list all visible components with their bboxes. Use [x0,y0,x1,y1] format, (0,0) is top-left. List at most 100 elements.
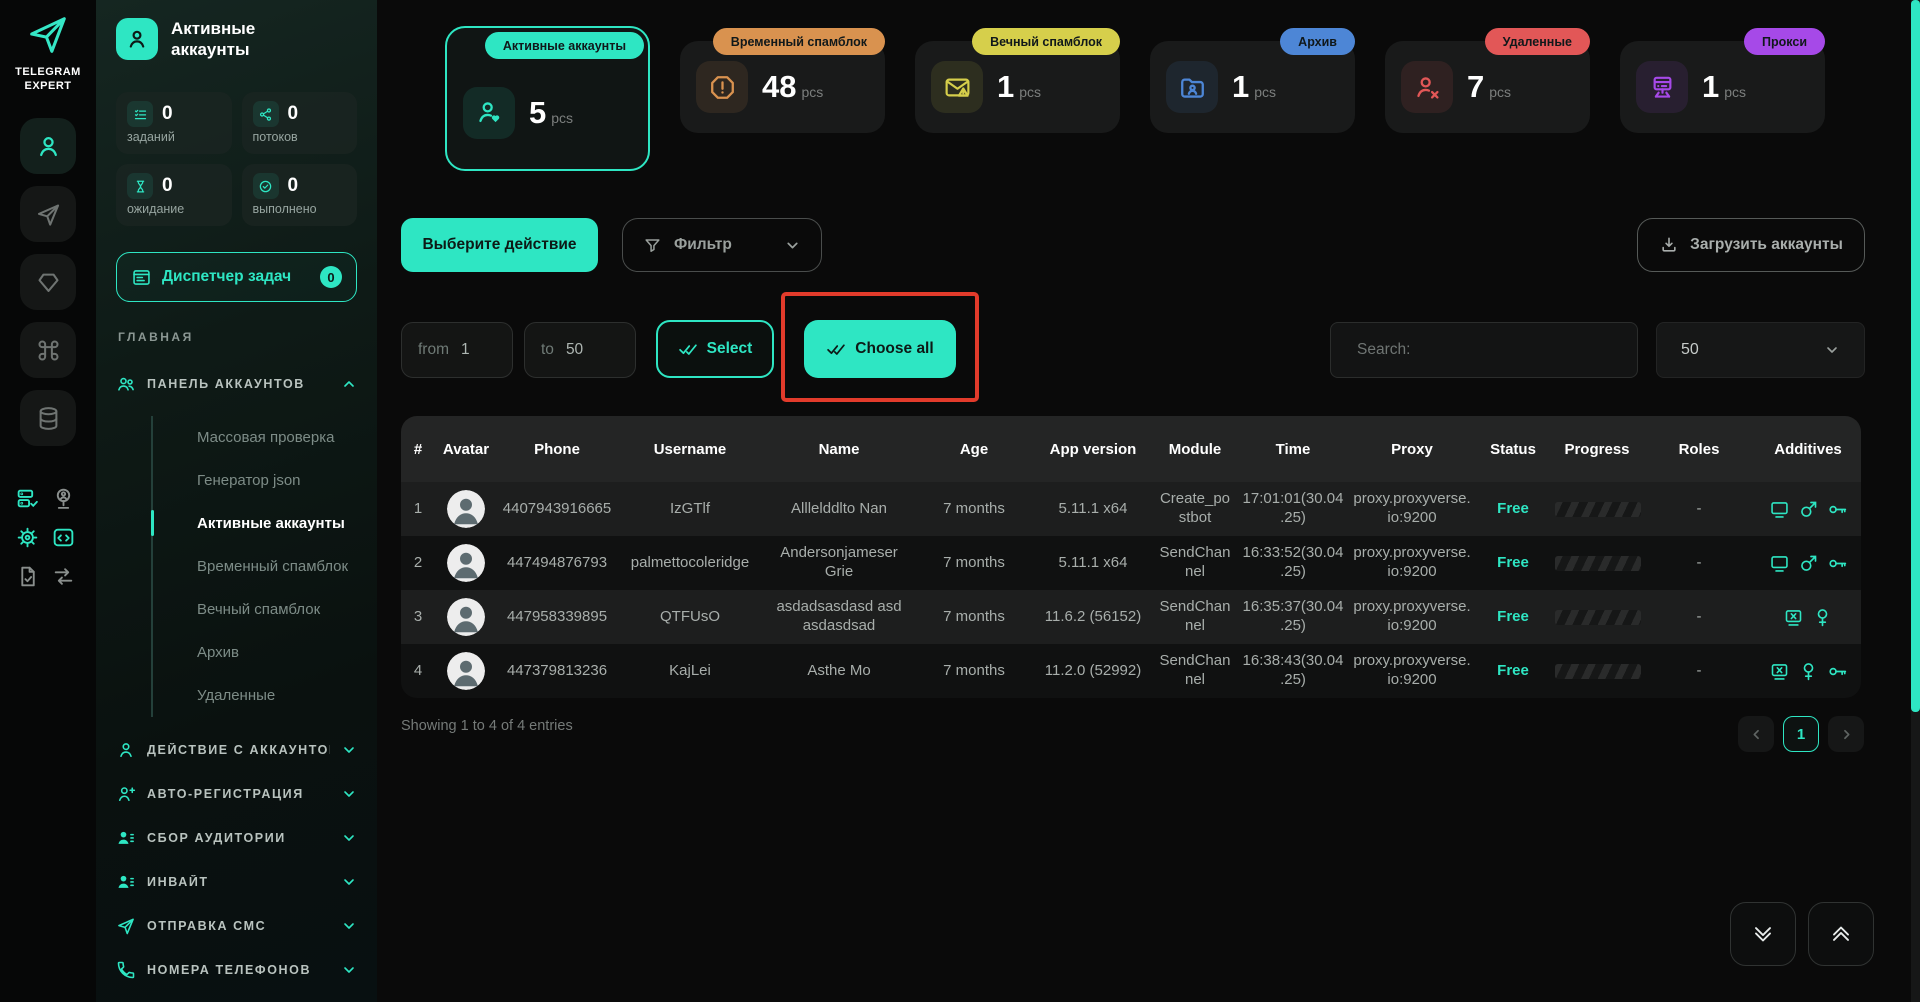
pagination-prev-button[interactable] [1738,716,1774,752]
tasks-icon [133,107,148,122]
mail-warning-icon [931,61,983,113]
summary-card[interactable]: Активные аккаунты5pcs [445,26,650,171]
nav-group-audience-collect[interactable]: СБОР АУДИТОРИИ [96,826,377,850]
server-check-icon[interactable] [15,486,40,511]
nav-group-invite[interactable]: ИНВАЙТ [96,870,377,894]
page-size-select[interactable]: 50 [1656,322,1865,378]
submenu-item[interactable]: Архив [197,631,348,674]
summary-card-count: 1pcs [997,69,1041,105]
cell-app-version: 11.2.0 (52992) [1033,644,1153,698]
upload-accounts-button[interactable]: Загрузить аккаунты [1637,218,1865,272]
archive-folder-icon [1166,61,1218,113]
search-input[interactable] [1330,322,1638,378]
submenu-item[interactable]: Массовая проверка [197,416,348,459]
command-icon [35,337,62,364]
choose-action-button[interactable]: Выберите действие [401,218,598,272]
summary-card[interactable]: Архив1pcs [1150,41,1355,133]
cell-username: palmettocoleridge [617,536,763,590]
range-from-input[interactable]: from 1 [401,322,513,378]
choose-all-button[interactable]: Choose all [804,320,956,378]
column-header[interactable]: Time [1237,416,1349,482]
hourglass-icon [133,179,148,194]
scrollbar-thumb[interactable] [1911,0,1920,712]
table-row[interactable]: 3447958339895QTFUsOasdadsasdasd asd asda… [401,590,1861,644]
person-icon [35,133,62,160]
column-header[interactable]: Roles [1643,416,1755,482]
column-header[interactable]: Age [915,416,1033,482]
nav-group-phone-numbers[interactable]: НОМЕРА ТЕЛЕФОНОВ [96,958,377,982]
accounts-submenu: Массовая проверкаГенератор jsonАктивные … [151,416,348,717]
rail-gem-button[interactable] [20,254,76,310]
nav-group-account-action[interactable]: ДЕЙСТВИЕ С АККАУНТОМ [96,738,377,762]
submenu-item[interactable]: Временный спамблок [197,545,348,588]
rail-accounts-button[interactable] [20,118,76,174]
chevron-right-icon [1839,727,1854,742]
people-group-icon [116,374,136,394]
paper-plane-icon [116,916,136,936]
summary-card[interactable]: Прокси1pcs [1620,41,1825,133]
nav-group-send-sms[interactable]: ОТПРАВКА СМС [96,914,377,938]
table-row[interactable]: 14407943916665IzGTlfAlllelddlto Nan7 mon… [401,482,1861,536]
column-header[interactable]: Progress [1551,416,1643,482]
cell-avatar [435,482,497,536]
streams-icon [258,107,273,122]
document-check-icon[interactable] [15,564,40,589]
column-header[interactable]: Avatar [435,416,497,482]
column-header[interactable]: Phone [497,416,617,482]
table-body: 14407943916665IzGTlfAlllelddlto Nan7 mon… [401,482,1861,698]
filter-label: Фильтр [674,236,772,254]
summary-card[interactable]: Временный спамблок48pcs [680,41,885,133]
task-manager-button[interactable]: Диспетчер задач 0 [116,252,357,302]
rail-send-button[interactable] [20,186,76,242]
cell-status: Free [1475,536,1551,590]
column-header[interactable]: Name [763,416,915,482]
nav-group-accounts-panel[interactable]: ПАНЕЛЬ АККАУНТОВ [96,372,377,396]
rail-buttons [20,118,76,446]
pagination-page-1[interactable]: 1 [1783,716,1819,752]
column-header[interactable]: Module [1153,416,1237,482]
cell-roles: - [1643,482,1755,536]
scroll-to-bottom-button[interactable] [1730,902,1796,966]
column-header[interactable]: Username [617,416,763,482]
filter-button[interactable]: Фильтр [622,218,822,272]
column-header[interactable]: # [401,416,435,482]
stat-label: ожидание [127,202,221,216]
key-icon [1827,661,1848,682]
page-scrollbar[interactable] [1911,0,1920,1002]
select-button[interactable]: Select [656,320,774,378]
code-window-icon[interactable] [51,525,76,550]
upload-accounts-label: Загрузить аккаунты [1690,236,1843,254]
gear-settings-icon[interactable] [15,525,40,550]
submenu-item[interactable]: Активные аккаунты [197,502,348,545]
cell-phone: 447379813236 [497,644,617,698]
table-row[interactable]: 4447379813236KajLeiAsthe Mo7 months11.2.… [401,644,1861,698]
column-header[interactable]: Proxy [1349,416,1475,482]
summary-card-count: 5pcs [529,95,573,131]
cell-username: QTFUsO [617,590,763,644]
submenu-item[interactable]: Удаленные [197,674,348,717]
summary-card-value: 7 [1467,69,1484,104]
account-webcam-icon[interactable] [51,486,76,511]
column-header[interactable]: Status [1475,416,1551,482]
column-header[interactable]: App version [1033,416,1153,482]
pagination-next-button[interactable] [1828,716,1864,752]
submenu-item[interactable]: Генератор json [197,459,348,502]
check-double-icon [678,339,698,359]
summary-card[interactable]: Вечный спамблок1pcs [915,41,1120,133]
range-to-input[interactable]: to 50 [524,322,636,378]
summary-card[interactable]: Удаленные7pcs [1385,41,1590,133]
column-header[interactable]: Additives [1755,416,1861,482]
rail-command-button[interactable] [20,322,76,378]
table-row[interactable]: 2447494876793palmettocoleridgeAndersonja… [401,536,1861,590]
brand-logo: TELEGRAM EXPERT [0,12,96,93]
cell-proxy: proxy.proxyverse.io:9200 [1349,590,1475,644]
chevron-up-icon [341,376,357,392]
cell-avatar [435,536,497,590]
chevron-down-icon [341,918,357,934]
swap-icon[interactable] [51,564,76,589]
from-label: from [418,341,449,359]
rail-database-button[interactable] [20,390,76,446]
submenu-item[interactable]: Вечный спамблок [197,588,348,631]
scroll-to-top-button[interactable] [1808,902,1874,966]
nav-group-auto-registration[interactable]: АВТО-РЕГИСТРАЦИЯ [96,782,377,806]
